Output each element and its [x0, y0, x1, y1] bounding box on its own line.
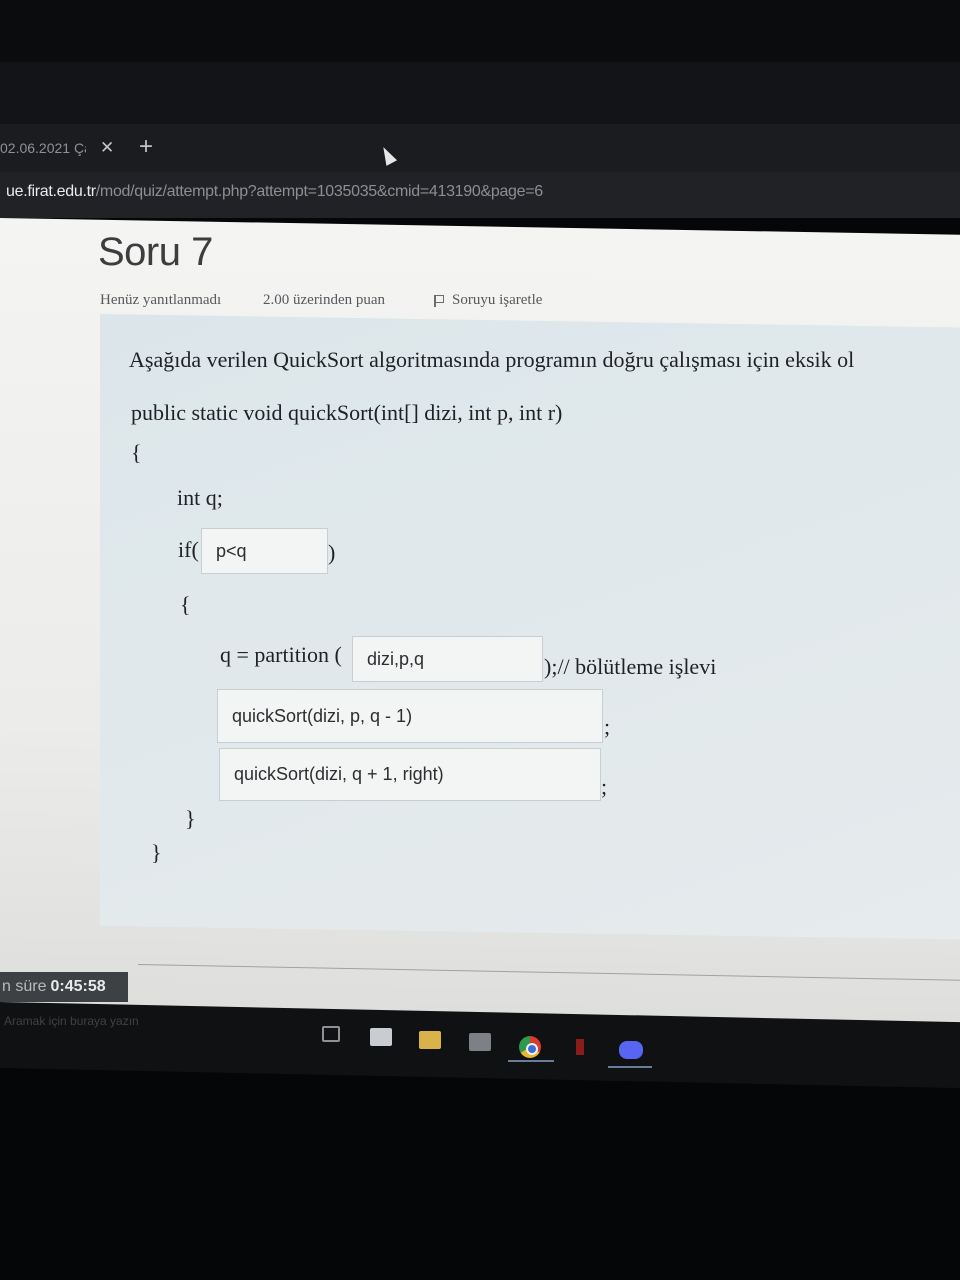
question-title: Soru 7: [98, 230, 213, 274]
code-declaration: int q;: [177, 485, 223, 510]
code-semicolon-2: ;: [601, 774, 608, 799]
code-if-suffix: ): [328, 540, 336, 565]
taskbar-search-input[interactable]: Aramak için buraya yazın: [4, 1014, 139, 1028]
url-path: /mod/quiz/attempt.php?attempt=1035035&cm…: [95, 183, 543, 200]
code-inner-open-brace: {: [180, 592, 191, 617]
netflix-icon[interactable]: [576, 1039, 584, 1055]
code-if-prefix: if(: [178, 537, 199, 562]
chrome-icon-center: [526, 1043, 538, 1055]
question-grade: 2.00 üzerinden puan: [263, 292, 386, 308]
store-icon[interactable]: [370, 1028, 392, 1046]
task-view-icon[interactable]: [322, 1026, 340, 1042]
file-explorer-icon[interactable]: [419, 1031, 441, 1049]
mail-icon[interactable]: [469, 1033, 491, 1051]
right-recursion-input[interactable]: quickSort(dizi, q + 1, right): [219, 748, 601, 801]
question-status: Henüz yanıtlanmadı: [100, 292, 222, 308]
question-prompt: Aşağıda verilen QuickSort algoritmasında…: [129, 347, 855, 372]
url-host: ue.firat.edu.tr: [6, 183, 96, 200]
browser-tab[interactable]: 02.06.2021 Çar ✕: [0, 128, 128, 168]
partition-args-input[interactable]: dizi,p,q: [352, 636, 543, 682]
url-text[interactable]: ue.firat.edu.tr/mod/quiz/attempt.php?att…: [6, 183, 543, 201]
active-app-indicator: [608, 1066, 652, 1068]
new-tab-button[interactable]: +: [139, 133, 153, 161]
quiz-timer: n süre 0:45:58: [0, 972, 128, 1002]
code-signature: public static void quickSort(int[] dizi,…: [131, 400, 563, 425]
tab-title: 02.06.2021 Çar: [0, 140, 86, 156]
left-recursion-input[interactable]: quickSort(dizi, p, q - 1): [217, 689, 603, 743]
code-assign-suffix: );// bölütleme işlevi: [544, 654, 717, 679]
active-app-indicator: [508, 1060, 554, 1062]
code-inner-close-brace: }: [185, 806, 196, 831]
monitor-bezel: [0, 0, 960, 62]
code-semicolon-1: ;: [604, 714, 611, 739]
flag-question-link[interactable]: Soruyu işaretle: [434, 292, 542, 309]
flag-label: Soruyu işaretle: [452, 292, 543, 308]
code-close-brace: }: [151, 840, 162, 865]
code-assign-prefix: q = partition (: [220, 642, 342, 667]
timer-label: n süre: [2, 978, 47, 995]
close-icon[interactable]: ✕: [100, 138, 114, 158]
code-open-brace: {: [131, 440, 142, 465]
condition-input[interactable]: p<q: [201, 528, 328, 574]
discord-icon[interactable]: [619, 1041, 643, 1059]
browser-frame: [0, 62, 960, 124]
timer-value: 0:45:58: [50, 978, 106, 995]
flag-icon: [434, 294, 444, 307]
